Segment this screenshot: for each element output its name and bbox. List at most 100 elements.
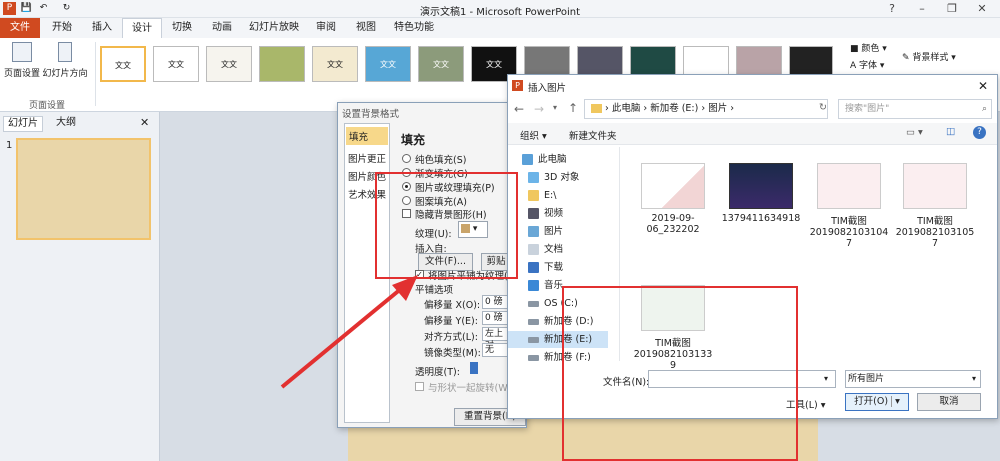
file-thumbnail [729, 163, 793, 209]
tab-file[interactable]: 文件 [0, 18, 40, 38]
new-folder-button[interactable]: 新建文件夹 [569, 128, 617, 142]
up-icon[interactable]: ↑ [568, 101, 578, 115]
window-title: 演示文稿1 - Microsoft PowerPoint [419, 7, 581, 18]
nav-videos[interactable]: 视频 [508, 205, 608, 222]
close-icon[interactable]: ✕ [967, 0, 997, 18]
back-icon[interactable]: ← [514, 102, 524, 116]
tab-review[interactable]: 审阅 [306, 18, 346, 38]
open-button[interactable]: 打开(O) ▾ [845, 393, 909, 411]
theme-2[interactable]: 文文 [153, 46, 199, 82]
solid-fill-radio[interactable] [402, 154, 411, 163]
theme-7[interactable]: 文文 [418, 46, 464, 82]
crumb-drive-e[interactable]: 新加卷 (E:) [650, 103, 698, 114]
tab-insert[interactable]: 插入 [82, 18, 122, 38]
transparency-slider[interactable] [470, 362, 478, 374]
view-icon[interactable]: ▭ ▾ [906, 127, 923, 138]
colors-button[interactable]: ■ 颜色 ▾ [850, 41, 896, 54]
dialog-titlebar: P 插入图片 ✕ [508, 75, 997, 97]
tab-slideshow[interactable]: 幻灯片放映 [242, 18, 306, 38]
fonts-button[interactable]: A 字体 ▾ [850, 58, 896, 71]
refresh-icon[interactable]: ↻ [819, 102, 827, 113]
theme-4[interactable] [259, 46, 305, 82]
organize-button[interactable]: 组织 ▾ [520, 128, 547, 142]
slide-orientation-button[interactable]: 幻灯片方向 [42, 42, 88, 79]
offset-x-label: 偏移量 X(O): [424, 300, 481, 311]
align-label: 对齐方式(L): [424, 332, 478, 343]
forward-icon[interactable]: → [534, 102, 544, 116]
file-thumbnail [641, 163, 705, 209]
drive-icon [528, 319, 539, 325]
computer-icon [522, 154, 533, 165]
search-icon: ⌕ [981, 104, 987, 114]
filename-dropdown-icon[interactable]: ▾ [824, 374, 828, 383]
theme-3[interactable]: 文文 [206, 46, 252, 82]
nav-e-root[interactable]: E:\ [508, 187, 608, 204]
orientation-icon [58, 42, 72, 62]
cancel-button[interactable]: 取消 [917, 393, 981, 411]
dialog-close-icon[interactable]: ✕ [978, 79, 988, 93]
page-setup-icon [12, 42, 32, 62]
theme-5[interactable]: 文文 [312, 46, 358, 82]
pp-icon: P [512, 80, 523, 91]
nav-documents[interactable]: 文档 [508, 241, 608, 258]
mirror-label: 镜像类型(M): [424, 348, 481, 359]
search-input[interactable]: 搜索"图片" ⌕ [838, 99, 992, 119]
help-circle-icon[interactable]: ? [973, 126, 986, 139]
preview-pane-icon[interactable]: ◫ [946, 126, 955, 137]
restore-icon[interactable]: ❐ [937, 0, 967, 18]
solid-fill-label: 纯色填充(S) [415, 155, 467, 166]
recent-icon[interactable]: ▾ [553, 103, 557, 112]
theme-6[interactable]: 文文 [365, 46, 411, 82]
annotation-box-fill [375, 172, 518, 279]
open-dropdown-icon[interactable]: ▾ [891, 396, 900, 407]
bg-styles-button[interactable]: ✎ 背景样式 ▾ [902, 50, 982, 63]
folder-icon [528, 190, 539, 201]
page-setup-button[interactable]: 页面设置 [2, 42, 42, 79]
dialog-title: 设置背景格式 [342, 109, 400, 120]
divider [95, 42, 96, 106]
file-item[interactable]: TIM截图2019082103104 7 [808, 163, 890, 249]
close-pane-icon[interactable]: ✕ [140, 116, 149, 129]
rotate-label: 与形状一起旋转(W) [428, 383, 512, 394]
title-bar: P 💾 ↶ ↻ 演示文稿1 - Microsoft PowerPoint ? –… [0, 0, 1000, 18]
tab-view[interactable]: 视图 [346, 18, 386, 38]
tab-design[interactable]: 设计 [122, 18, 162, 38]
nav-this-pc[interactable]: 此电脑 [508, 151, 608, 168]
breadcrumb[interactable]: › 此电脑 › 新加卷 (E:) › 图片 › [584, 99, 828, 119]
nav-pictures[interactable]: 图片 [508, 223, 608, 240]
slide-thumbnail[interactable] [16, 138, 151, 240]
minimize-icon[interactable]: – [907, 0, 937, 18]
nav-downloads[interactable]: 下载 [508, 259, 608, 276]
group-label: 页面设置 [28, 101, 65, 111]
tab-animations[interactable]: 动画 [202, 18, 242, 38]
nav-3d-objects[interactable]: 3D 对象 [508, 169, 608, 186]
tab-slides[interactable]: 幻灯片 [3, 116, 43, 132]
tab-home[interactable]: 开始 [42, 18, 82, 38]
tab-transitions[interactable]: 切换 [162, 18, 202, 38]
filetype-select[interactable]: 所有图片 ▾ [845, 370, 981, 388]
drive-icon [528, 301, 539, 307]
tab-outline[interactable]: 大纲 [46, 116, 86, 132]
annotation-arrow [280, 275, 418, 389]
arrow-head [392, 275, 418, 301]
file-thumbnail [903, 163, 967, 209]
annotation-box-files [562, 286, 798, 461]
filetype-dropdown-icon: ▾ [971, 374, 976, 383]
file-item[interactable]: 2019-09-06_232202 [632, 163, 714, 235]
tab-features[interactable]: 特色功能 [386, 18, 442, 38]
drive-icon [528, 337, 539, 343]
crumb-this-pc[interactable]: 此电脑 [612, 103, 641, 114]
nav-fill[interactable]: 填充 [346, 127, 388, 145]
download-icon [528, 262, 539, 273]
ribbon-tabs: 文件 开始 插入 设计 切换 动画 幻灯片放映 审阅 视图 特色功能 [0, 18, 1000, 38]
help-icon[interactable]: ? [877, 0, 907, 18]
slide-number: 1 [6, 140, 13, 151]
cube-icon [528, 172, 539, 183]
arrow-line [280, 281, 410, 389]
nav-picture-correction[interactable]: 图片更正 [348, 151, 386, 165]
insert-dialog-title: 插入图片 [528, 83, 567, 94]
crumb-pictures[interactable]: 图片 [708, 103, 727, 114]
theme-office[interactable]: 文文 [100, 46, 146, 82]
file-item[interactable]: TIM截图2019082103105 7 [894, 163, 976, 249]
file-item[interactable]: 1379411634918 [720, 163, 802, 224]
